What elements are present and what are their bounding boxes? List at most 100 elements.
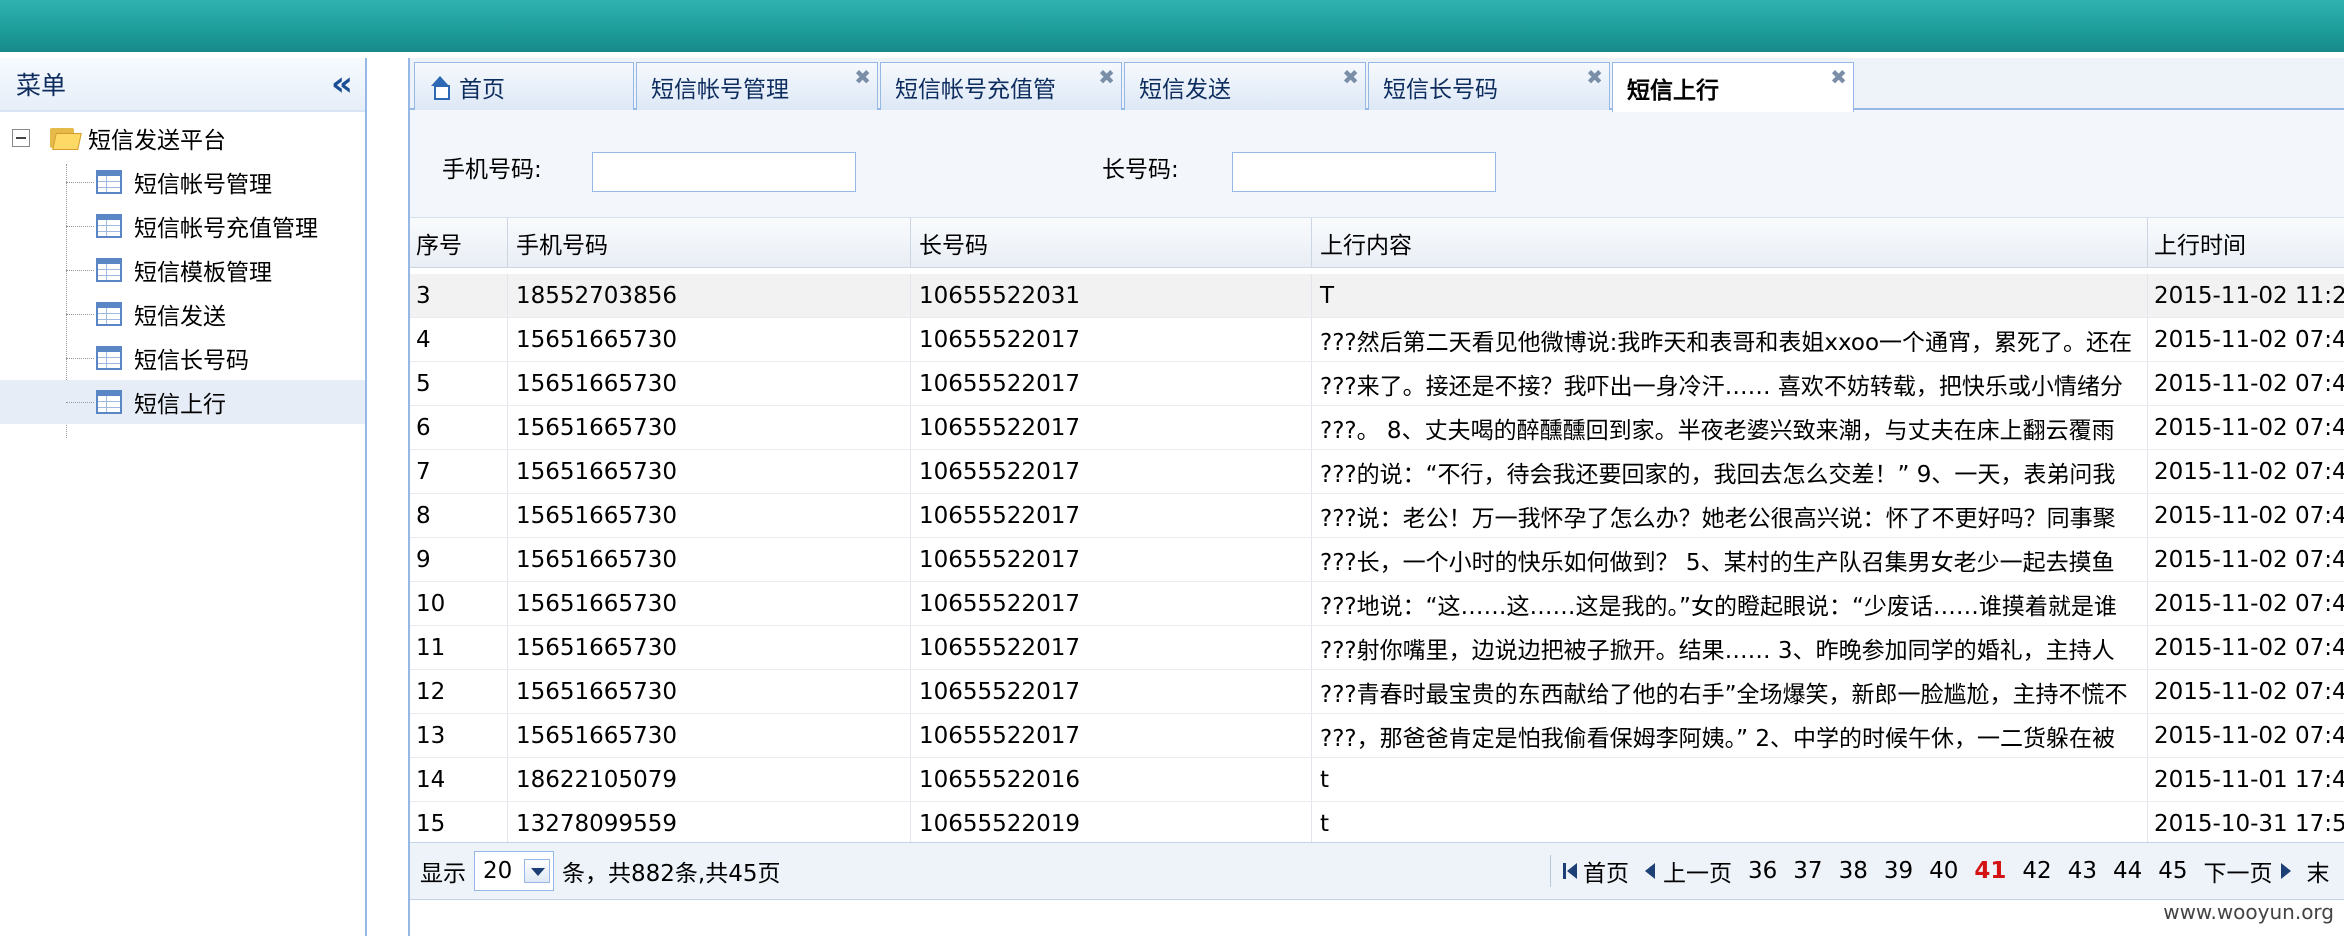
- long-number-input[interactable]: [1232, 152, 1496, 192]
- table-cell: 2015-11-01 17:49: [2154, 766, 2344, 793]
- table-cell: 15651665730: [508, 582, 911, 625]
- column-header[interactable]: 手机号码: [508, 218, 911, 267]
- page-numbers: 36 37 38 39 40 41 42 43 44 45: [1748, 858, 2204, 884]
- show-prefix: 显示: [420, 861, 466, 887]
- table-row[interactable]: 12 15651665730 10655522017 ???青春时最宝贵的东西献给了他…: [410, 670, 2344, 714]
- table-row[interactable]: 3 18552703856 10655522031 T 2015-11-02 11:26: [410, 274, 2344, 318]
- table-cell: 4: [410, 318, 508, 361]
- phone-input[interactable]: [592, 152, 856, 192]
- sidebar-item-template[interactable]: 短信模板管理: [0, 248, 365, 292]
- table-row[interactable]: 8 15651665730 10655522017 ???说：老公！万一我怀孕了怎么办…: [410, 494, 2344, 538]
- page-size-select[interactable]: 20: [474, 851, 554, 891]
- tab-long-number[interactable]: 短信长号码 ✖: [1368, 62, 1610, 110]
- collapse-icon[interactable]: «: [331, 64, 353, 104]
- close-icon[interactable]: ✖: [1342, 65, 1359, 89]
- uplink-table: 序号 手机号码 长号码 上行内容 上行时间 3 18552703856 106555…: [410, 218, 2344, 846]
- tab-label: 短信上行: [1627, 77, 1719, 104]
- pagination-bar: 显示 20 条，共882条,共45页 首页 上一页 36 37 38 39 40 41 42…: [410, 842, 2344, 900]
- last-page-button[interactable]: 末: [2307, 854, 2330, 888]
- page-number-link[interactable]: 41: [1974, 858, 2006, 884]
- pager-summary: 显示 20 条，共882条,共45页: [420, 843, 780, 899]
- table-cell: T: [1312, 274, 2148, 317]
- page-number-link[interactable]: 45: [2158, 858, 2187, 884]
- close-icon[interactable]: ✖: [1830, 65, 1847, 89]
- grid-icon: [96, 170, 122, 194]
- table-row[interactable]: 4 15651665730 10655522017 ???然后第二天看见他微博说:我昨…: [410, 318, 2344, 362]
- next-page-button[interactable]: 下一页: [2204, 854, 2291, 888]
- table-cell: t: [1312, 758, 2148, 801]
- page-number-link[interactable]: 43: [2068, 858, 2097, 884]
- table-row[interactable]: 7 15651665730 10655522017 ???的说：“不行，待会我还要回家…: [410, 450, 2344, 494]
- tree-collapse-icon[interactable]: [12, 129, 30, 147]
- table-cell: ???青春时最宝贵的东西献给了他的右手”全场爆笑，新郎一脸尴尬，主持不慌不: [1312, 670, 2148, 713]
- sidebar-item-label: 短信帐号管理: [134, 172, 272, 198]
- column-header[interactable]: 长号码: [911, 218, 1312, 267]
- prev-page-label: 上一页: [1663, 861, 1732, 887]
- first-page-button[interactable]: 首页: [1563, 854, 1629, 888]
- table-row[interactable]: 14 18622105079 10655522016 t 2015-11-01 17:4…: [410, 758, 2344, 802]
- tab-home[interactable]: 首页: [414, 62, 634, 110]
- tab-recharge[interactable]: 短信帐号充值管 ✖: [880, 62, 1122, 110]
- table-row[interactable]: 10 15651665730 10655522017 ???地说：“这……这……这是我…: [410, 582, 2344, 626]
- close-icon[interactable]: ✖: [1586, 65, 1603, 89]
- sidebar-title: 菜单: [16, 71, 67, 100]
- table-row[interactable]: 9 15651665730 10655522017 ???长，一个小时的快乐如何做到？…: [410, 538, 2344, 582]
- prev-page-icon: [1645, 861, 1657, 881]
- tab-send[interactable]: 短信发送 ✖: [1124, 62, 1366, 110]
- table-cell: 18552703856: [508, 274, 911, 317]
- grid-icon: [96, 214, 122, 238]
- sidebar-item-send[interactable]: 短信发送: [0, 292, 365, 336]
- close-icon[interactable]: ✖: [1098, 65, 1115, 89]
- sidebar-item-label: 短信帐号充值管理: [134, 216, 318, 242]
- page-number-link[interactable]: 44: [2113, 858, 2142, 884]
- page-number-link[interactable]: 40: [1929, 858, 1958, 884]
- table-cell: 10655522017: [911, 626, 1312, 669]
- table-cell: 13: [410, 714, 508, 757]
- table-row[interactable]: 5 15651665730 10655522017 ???来了。接还是不接？我吓出一身…: [410, 362, 2344, 406]
- first-page-label: 首页: [1583, 861, 1629, 887]
- tree-root-node[interactable]: 短信发送平台: [0, 116, 365, 160]
- table-cell: 12: [410, 670, 508, 713]
- table-cell: 10655522019: [911, 802, 1312, 845]
- table-row[interactable]: 13 15651665730 10655522017 ???，那爸爸肯定是怕我偷看保姆…: [410, 714, 2344, 758]
- table-row[interactable]: 6 15651665730 10655522017???。 8、丈夫喝的醉醺醺回到家…: [410, 406, 2344, 450]
- table-row[interactable]: 11 15651665730 10655522017 ???射你嘴里，边说边把被子掀开…: [410, 626, 2344, 670]
- prev-page-button[interactable]: 上一页: [1645, 854, 1732, 888]
- grid-icon: [96, 390, 122, 414]
- table-cell: 2015-10-31 17:58: [2154, 810, 2344, 837]
- sidebar-item-long-number[interactable]: 短信长号码: [0, 336, 365, 380]
- tab-label: 短信帐号管理: [651, 76, 789, 103]
- page-number-link[interactable]: 39: [1884, 858, 1913, 884]
- page-number-link[interactable]: 38: [1839, 858, 1868, 884]
- table-cell: 10655522017: [911, 450, 1312, 493]
- column-header[interactable]: 上行时间: [2148, 218, 2344, 267]
- tab-account[interactable]: 短信帐号管理 ✖: [636, 62, 878, 110]
- table-cell: 15651665730: [508, 714, 911, 757]
- table-cell: 2015-11-02 07:44: [2154, 722, 2344, 749]
- table-cell: 10655522017: [911, 670, 1312, 713]
- page-number-link[interactable]: 36: [1748, 858, 1777, 884]
- sidebar-item-label: 短信发送: [134, 304, 226, 330]
- column-header[interactable]: 上行内容: [1312, 218, 2148, 267]
- main-panel: 首页 短信帐号管理 ✖ 短信帐号充值管 ✖ 短信发送 ✖ 短信长号码 ✖ 短信上…: [408, 58, 2344, 936]
- table-cell: 9: [410, 538, 508, 581]
- table-cell: 10655522017: [911, 494, 1312, 537]
- table-cell: 10655522017: [911, 538, 1312, 581]
- table-cell: 2015-11-02 07:44: [2154, 678, 2344, 705]
- table-row[interactable]: 15 13278099559 10655522019 t 2015-10-31 17:5…: [410, 802, 2344, 846]
- sidebar-item-recharge[interactable]: 短信帐号充值管理: [0, 204, 365, 248]
- sidebar-item-account[interactable]: 短信帐号管理: [0, 160, 365, 204]
- menu-tree: 短信发送平台 短信帐号管理 短信帐号充值管理 短信模板管理 短信发送 短信长号码: [0, 112, 365, 438]
- grid-icon: [96, 258, 122, 282]
- page-number-link[interactable]: 42: [2022, 858, 2051, 884]
- column-header[interactable]: 序号: [410, 218, 508, 267]
- close-icon[interactable]: ✖: [854, 65, 871, 89]
- table-cell: t: [1312, 802, 2148, 845]
- sidebar-item-uplink[interactable]: 短信上行: [0, 380, 365, 424]
- chevron-down-icon[interactable]: [524, 859, 550, 883]
- table-cell: 15: [410, 802, 508, 845]
- page-number-link[interactable]: 37: [1793, 858, 1822, 884]
- table-cell: 8: [410, 494, 508, 537]
- tab-uplink[interactable]: 短信上行 ✖: [1612, 62, 1854, 112]
- table-cell: 7: [410, 450, 508, 493]
